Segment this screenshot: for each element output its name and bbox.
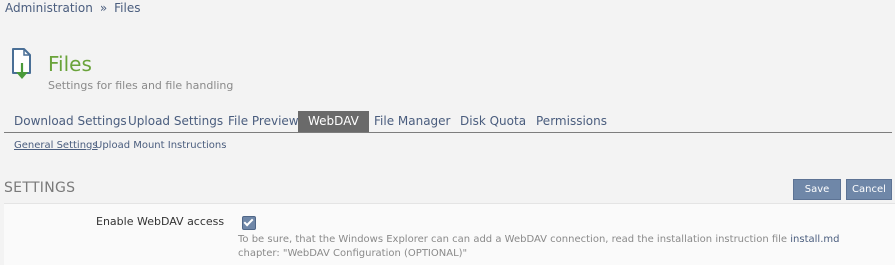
subtab-general-settings[interactable]: General Settings (14, 140, 98, 151)
tab-file-preview[interactable]: File Preview (228, 111, 299, 132)
hint-text-end: chapter: "WebDAV Configuration (OPTIONAL… (238, 248, 468, 259)
enable-webdav-checkbox[interactable] (242, 216, 256, 230)
page-title: Files (48, 52, 92, 76)
page-subtitle: Settings for files and file handling (48, 79, 234, 92)
subtab-upload-mount-instructions[interactable]: Upload Mount Instructions (95, 140, 226, 151)
settings-panel: Enable WebDAV access To be sure, that th… (4, 203, 895, 265)
breadcrumb-separator: » (99, 1, 108, 15)
breadcrumb: Administration » Files (5, 1, 141, 15)
cancel-button[interactable]: Cancel (846, 179, 892, 200)
enable-webdav-label: Enable WebDAV access (96, 215, 225, 228)
file-download-icon (12, 48, 31, 79)
tab-download-settings[interactable]: Download Settings (14, 111, 127, 132)
tab-upload-settings[interactable]: Upload Settings (128, 111, 223, 132)
install-md-link[interactable]: install.md (790, 234, 839, 245)
enable-webdav-hint: To be sure, that the Windows Explorer ca… (238, 233, 878, 261)
breadcrumb-administration[interactable]: Administration (5, 1, 93, 15)
section-title: SETTINGS (4, 180, 76, 196)
tab-file-manager[interactable]: File Manager (374, 111, 451, 132)
tab-disk-quota[interactable]: Disk Quota (460, 111, 526, 132)
hint-text-start: To be sure, that the Windows Explorer ca… (238, 234, 791, 245)
tab-bar: Download Settings Upload Settings File P… (4, 111, 892, 133)
tab-permissions[interactable]: Permissions (536, 111, 607, 132)
breadcrumb-files[interactable]: Files (114, 1, 140, 15)
save-button[interactable]: Save (793, 179, 841, 200)
tab-webdav[interactable]: WebDAV (298, 111, 369, 132)
